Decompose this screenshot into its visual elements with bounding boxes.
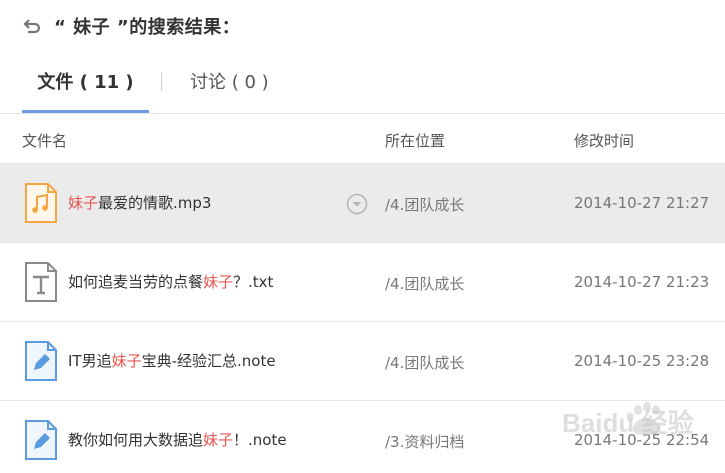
file-row[interactable]: 如何追麦当劳的点餐妹子？.txt /4.团队成长 2014-10-27 21:2…: [0, 243, 725, 322]
file-modified-time: 2014-10-27 21:27: [574, 194, 710, 212]
text-file-icon: [24, 262, 58, 302]
file-location[interactable]: /4.团队成长: [385, 194, 464, 215]
search-highlight: 妹子: [203, 431, 234, 449]
file-name-link[interactable]: 如何追麦当劳的点餐妹子？.txt: [68, 271, 273, 292]
column-header-name[interactable]: 文件名: [22, 130, 67, 151]
tab-files[interactable]: 文件 ( 11 ): [22, 58, 149, 113]
page-title: “ 妹子 ”的搜索结果：: [54, 17, 241, 38]
audio-file-icon: [24, 183, 58, 223]
file-name-link[interactable]: 妹子最爱的情歌.mp3: [68, 192, 211, 213]
file-location[interactable]: /4.团队成长: [385, 352, 464, 373]
tab-divider: [161, 73, 162, 91]
result-tabs: 文件 ( 11 ) 讨论 ( 0 ): [22, 58, 269, 113]
tab-discussions[interactable]: 讨论 ( 0 ): [190, 58, 269, 113]
search-highlight: 妹子: [203, 273, 234, 291]
file-location[interactable]: /4.团队成长: [385, 273, 464, 294]
search-highlight: 妹子: [111, 352, 142, 370]
file-row[interactable]: 妹子最爱的情歌.mp3 /4.团队成长 2014-10-27 21:27: [0, 164, 725, 243]
file-modified-time: 2014-10-25 23:28: [574, 352, 710, 370]
search-highlight: 妹子: [68, 194, 99, 212]
back-arrow-icon[interactable]: [22, 16, 42, 36]
file-row[interactable]: IT男追妹子宝典-经验汇总.note /4.团队成长 2014-10-25 23…: [0, 322, 725, 401]
file-modified-time: 2014-10-25 22:54: [574, 431, 710, 449]
search-header: “ 妹子 ”的搜索结果：: [22, 12, 240, 40]
note-file-icon: [24, 420, 58, 460]
tabs-divider: [0, 113, 725, 114]
note-file-icon: [24, 341, 58, 381]
column-header-location[interactable]: 所在位置: [385, 130, 445, 151]
file-name-link[interactable]: 教你如何用大数据追妹子！.note: [68, 429, 287, 450]
file-location[interactable]: /3.资料归档: [385, 431, 464, 452]
file-row[interactable]: 教你如何用大数据追妹子！.note /3.资料归档 2014-10-25 22:…: [0, 401, 725, 473]
file-modified-time: 2014-10-27 21:23: [574, 273, 710, 291]
chevron-down-circle-icon[interactable]: [346, 193, 368, 215]
column-header-modified[interactable]: 修改时间: [574, 130, 634, 151]
file-name-link[interactable]: IT男追妹子宝典-经验汇总.note: [68, 350, 276, 371]
